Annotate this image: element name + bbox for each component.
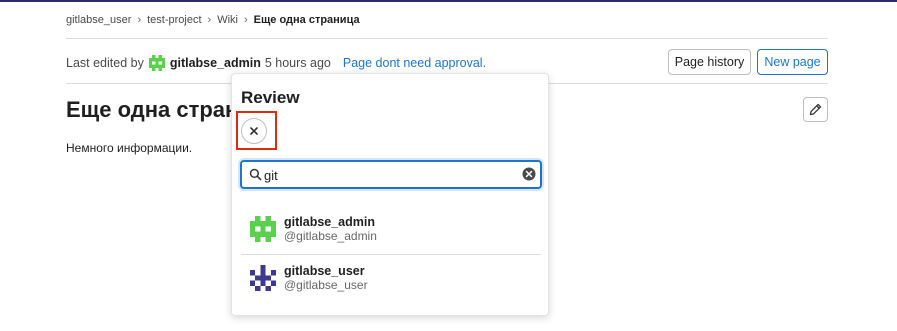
user-handle: @gitlabse_admin xyxy=(284,229,377,243)
user-name: gitlabse_user xyxy=(284,264,365,278)
user-option-user[interactable]: gitlabse_user @gitlabse_user xyxy=(241,256,541,300)
pencil-icon xyxy=(809,103,822,116)
identicon-green-avatar xyxy=(250,216,276,242)
user-handle: @gitlabse_user xyxy=(284,278,368,292)
breadcrumb: gitlabse_user › test-project › Wiki › Ещ… xyxy=(66,13,360,27)
page-body-text: Немного информации. xyxy=(66,141,193,155)
list-divider xyxy=(241,254,541,255)
user-option-text: gitlabse_admin @gitlabse_admin xyxy=(284,215,377,243)
review-popover: Review gitlabse_admin @gitlabse_admin xyxy=(231,73,549,316)
page-history-button[interactable]: Page history xyxy=(668,49,751,75)
breadcrumb-item-wiki[interactable]: Wiki xyxy=(217,14,238,26)
last-edited-prefix: Last edited by xyxy=(66,56,144,70)
breadcrumb-item-project[interactable]: test-project xyxy=(147,14,201,26)
breadcrumb-item-user[interactable]: gitlabse_user xyxy=(66,14,131,26)
breadcrumb-separator: › xyxy=(207,14,212,26)
edit-page-button[interactable] xyxy=(803,97,828,122)
close-button[interactable] xyxy=(241,118,267,144)
last-edited-time: 5 hours ago xyxy=(264,56,331,70)
user-option-text: gitlabse_user @gitlabse_user xyxy=(284,264,368,292)
breadcrumb-current[interactable]: Еще одна страница xyxy=(254,14,360,26)
close-icon xyxy=(250,127,258,135)
identicon-purple-avatar xyxy=(250,265,276,291)
user-name: gitlabse_admin xyxy=(284,215,375,229)
last-edited-author[interactable]: gitlabse_admin xyxy=(170,56,261,70)
approval-status-link[interactable]: Page dont need approval. xyxy=(343,56,486,70)
page-title: Еще одна стран xyxy=(66,97,239,122)
author-avatar[interactable] xyxy=(148,55,165,71)
search-icon xyxy=(249,168,262,181)
last-edited-info: Last edited by gitlabse_admin 5 hours ag… xyxy=(66,55,486,71)
top-accent-bar xyxy=(0,0,897,2)
review-popover-title: Review xyxy=(241,88,300,107)
user-option-admin[interactable]: gitlabse_admin @gitlabse_admin xyxy=(241,207,541,251)
new-page-button[interactable]: New page xyxy=(757,49,828,75)
header-divider xyxy=(66,38,828,39)
reviewer-search-input[interactable] xyxy=(264,166,514,184)
breadcrumb-separator: › xyxy=(137,14,142,26)
clear-icon[interactable] xyxy=(522,167,536,181)
breadcrumb-separator: › xyxy=(243,14,248,26)
reviewer-search-box[interactable] xyxy=(240,160,542,189)
